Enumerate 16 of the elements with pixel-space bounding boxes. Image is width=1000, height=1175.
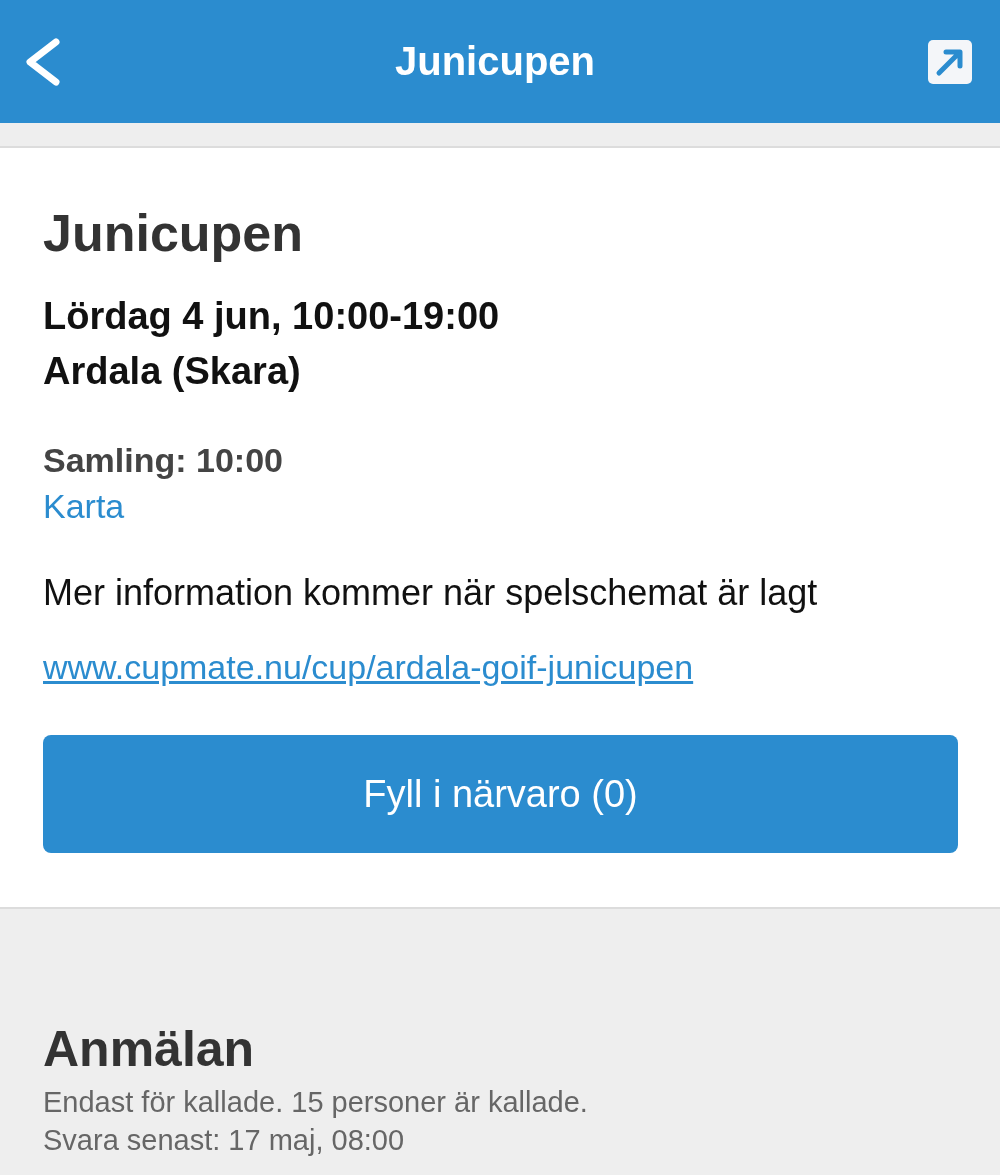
registration-info: Svara senast: 17 maj, 08:00: [43, 1123, 406, 1158]
gathering-time: Samling: 10:00: [43, 440, 283, 481]
map-link[interactable]: Karta: [43, 483, 125, 529]
event-description: Mer information kommer när spelschemat är lagt: [43, 571, 818, 615]
cup-url-link[interactable]: www.cupmate.nu/cup/ardala-goif-junicupen: [43, 644, 694, 690]
event-title: Junicupen: [43, 203, 304, 264]
registration-info: Endast för kallade. 15 personer är kallade.: [43, 1085, 589, 1120]
event-date-time: Lördag 4 jun, 10:00-19:00: [43, 294, 500, 339]
open-external-button[interactable]: [928, 39, 972, 84]
registration-title: Anmälan: [43, 1020, 256, 1079]
page-title: Junicupen: [395, 39, 595, 84]
event-location: Ardala (Skara): [43, 349, 301, 394]
attendance-button[interactable]: Fyll i närvaro (0): [43, 735, 958, 853]
chevron-left-icon: [24, 37, 62, 86]
back-button[interactable]: [24, 37, 62, 86]
external-link-icon: [928, 39, 972, 84]
